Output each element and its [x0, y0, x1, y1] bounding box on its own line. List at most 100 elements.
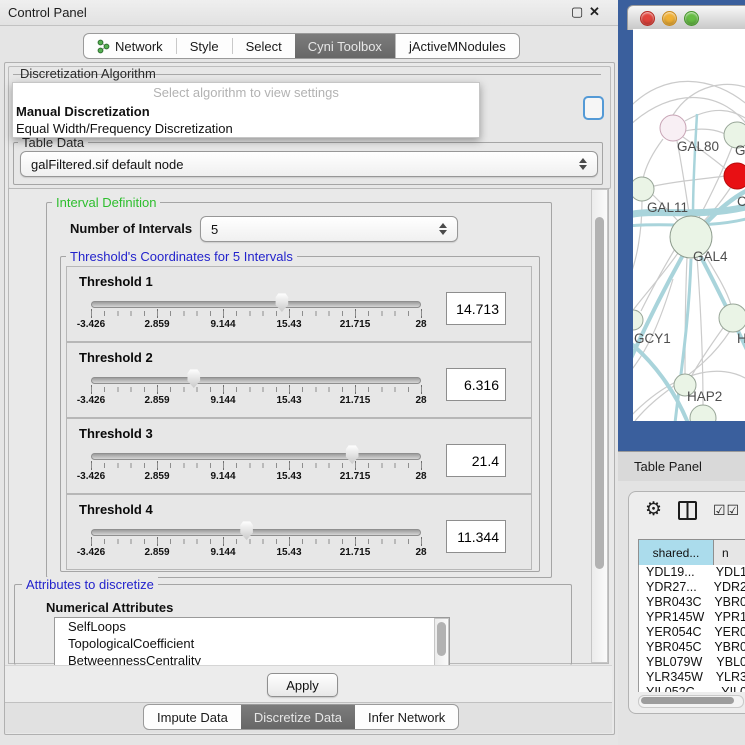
tick-label: 9.144	[210, 395, 235, 406]
numerical-attributes-label: Numerical Attributes	[46, 600, 173, 615]
table-row[interactable]: YPR145WYPR1	[639, 610, 745, 625]
tab-infer-network[interactable]: Infer Network	[355, 705, 458, 729]
algorithm-group-label: Discretization Algorithm	[20, 66, 156, 81]
threshold-4-value-input[interactable]	[446, 520, 506, 553]
table-row[interactable]: YER054CYER0	[639, 625, 745, 640]
settings-scrollbar[interactable]	[591, 189, 608, 663]
tab-jactivemnodules[interactable]: jActiveMNodules	[395, 34, 519, 58]
algorithm-dropdown-popup: Select algorithm to view settings Manual…	[12, 82, 480, 138]
dropdown-placeholder-item[interactable]: Select algorithm to view settings	[13, 83, 479, 103]
numerical-attributes-list[interactable]: SelfLoops TopologicalCoefficient Between…	[54, 617, 450, 667]
network-node-gcy1[interactable]	[633, 310, 643, 330]
tab-jactivemnodules-label: jActiveMNodules	[409, 39, 506, 54]
node-label-partial: C	[737, 194, 745, 209]
slider-tick-labels: -3.426 2.859 9.144 15.43 21.715 28	[91, 395, 421, 407]
algorithm-combobox-focus-ring[interactable]	[583, 96, 604, 120]
threshold-3-value-input[interactable]	[446, 444, 506, 477]
table-data-combobox[interactable]: galFiltered.sif default node	[20, 151, 598, 177]
tab-cyni-toolbox[interactable]: Cyni Toolbox	[295, 34, 395, 58]
mac-close-button[interactable]	[640, 11, 655, 26]
apply-button-label: Apply	[286, 678, 319, 693]
network-node-gal11[interactable]	[633, 177, 654, 201]
network-view-canvas[interactable]: GAL80 GA C GAL11 GAL4 GCY1 H HAP2	[633, 29, 745, 421]
list-item[interactable]: TopologicalCoefficient	[55, 635, 449, 652]
tick-label: 2.859	[144, 319, 169, 330]
slider-track	[91, 453, 421, 460]
table-row[interactable]: YBR045CYBR0	[639, 640, 745, 655]
threshold-3-title: Threshold 3	[79, 426, 153, 441]
table-row[interactable]: YBL079WYBL0	[639, 655, 745, 670]
tab-impute-data[interactable]: Impute Data	[144, 705, 241, 729]
table-horizontal-scrollbar[interactable]	[638, 695, 744, 708]
number-of-intervals-combobox[interactable]: 5	[200, 216, 458, 242]
control-panel-tabbar: Network Style Select Cyni Toolbox jActiv…	[83, 33, 520, 59]
select-columns-checkboxes-icon[interactable]: ☑☑	[713, 502, 740, 519]
threshold-2-title: Threshold 2	[79, 350, 153, 365]
table-row[interactable]: YDL19...YDL1	[639, 565, 745, 580]
close-panel-icon[interactable]: ✕	[589, 4, 600, 20]
tick-label: 2.859	[144, 547, 169, 558]
table-panel-titlebar[interactable]: Table Panel	[618, 451, 745, 482]
dropdown-option-equal-width-frequency[interactable]: Equal Width/Frequency Discretization	[13, 120, 479, 137]
list-item[interactable]: SelfLoops	[55, 618, 449, 635]
float-window-icon[interactable]: ▢	[571, 4, 583, 20]
network-node[interactable]	[690, 405, 716, 421]
list-scrollbar-thumb[interactable]	[437, 622, 446, 656]
threshold-2-value-input[interactable]	[446, 368, 506, 401]
mac-minimize-button[interactable]	[662, 11, 677, 26]
cell-shared-name: YER054C	[639, 625, 709, 640]
gear-icon[interactable]: ⚙	[645, 498, 662, 521]
settings-scrollbar-thumb[interactable]	[595, 217, 604, 569]
number-of-intervals-label: Number of Intervals	[70, 221, 192, 236]
threshold-1-slider[interactable]: -3.426 2.859 9.144 15.43 21.715 28	[91, 293, 421, 331]
table-row[interactable]: YBR043CYBR0	[639, 595, 745, 610]
threshold-2-slider[interactable]: -3.426 2.859 9.144 15.43 21.715 28	[91, 369, 421, 407]
table-data-combobox-value: galFiltered.sif default node	[31, 157, 183, 172]
tab-select[interactable]: Select	[233, 34, 295, 58]
tick-label: -3.426	[77, 319, 105, 330]
threshold-1-value-input[interactable]	[446, 292, 506, 325]
threshold-4-slider[interactable]: -3.426 2.859 9.144 15.43 21.715 28	[91, 521, 421, 559]
dropdown-option-manual-discretization[interactable]: Manual Discretization	[13, 103, 479, 120]
cell-name: YLR3	[711, 670, 745, 685]
control-panel-titlebar: Control Panel ▢ ✕	[0, 0, 618, 26]
tick-label: 2.859	[144, 471, 169, 482]
network-node-red-selected[interactable]	[724, 163, 745, 189]
table-rows[interactable]: YDL19...YDL1 YDR27...YDR2 YBR043CYBR0 YP…	[638, 565, 745, 692]
threshold-1-panel: Threshold 1 -3.426 2.859 9.144 15.43 21.…	[66, 266, 532, 342]
table-horizontal-scrollbar-thumb[interactable]	[641, 697, 734, 704]
table-row[interactable]: YDR27...YDR2	[639, 580, 745, 595]
node-label-gal11: GAL11	[647, 200, 688, 215]
tab-discretize-data[interactable]: Discretize Data	[241, 705, 355, 729]
tick-label: -3.426	[77, 471, 105, 482]
network-node[interactable]	[719, 304, 745, 332]
cell-name: YBL0	[711, 655, 745, 670]
app-root: { "window": { "title": "Control Panel", …	[0, 0, 745, 745]
column-header-shared-name[interactable]: shared...	[639, 540, 714, 565]
table-row[interactable]: YLR345WYLR3	[639, 670, 745, 685]
split-columns-icon[interactable]	[678, 501, 697, 520]
tick-label: 28	[415, 395, 426, 406]
network-node-pink[interactable]	[660, 115, 686, 141]
tab-infer-network-label: Infer Network	[368, 710, 445, 725]
column-header-name[interactable]: n	[714, 540, 745, 565]
tab-style[interactable]: Style	[177, 34, 232, 58]
attributes-group-label: Attributes to discretize	[22, 577, 158, 592]
cell-shared-name: YDR27...	[639, 580, 709, 595]
table-row[interactable]: YIL052CYIL0	[639, 685, 745, 692]
list-scrollbar[interactable]	[434, 618, 449, 667]
cell-name: YDL1	[711, 565, 745, 580]
apply-button[interactable]: Apply	[267, 673, 338, 697]
threshold-3-slider[interactable]: -3.426 2.859 9.144 15.43 21.715 28	[91, 445, 421, 483]
network-window-titlebar[interactable]	[627, 5, 745, 30]
tick-label: 15.43	[276, 547, 301, 558]
cell-name: YIL0	[716, 685, 745, 692]
tick-label: 9.144	[210, 547, 235, 558]
threshold-1-title: Threshold 1	[79, 274, 153, 289]
mac-zoom-button[interactable]	[684, 11, 699, 26]
cell-name: YDR2	[709, 580, 745, 595]
cell-shared-name: YDL19...	[639, 565, 711, 580]
slider-tick-labels: -3.426 2.859 9.144 15.43 21.715 28	[91, 547, 421, 559]
tab-network[interactable]: Network	[84, 34, 176, 58]
tick-label: 21.715	[340, 319, 371, 330]
